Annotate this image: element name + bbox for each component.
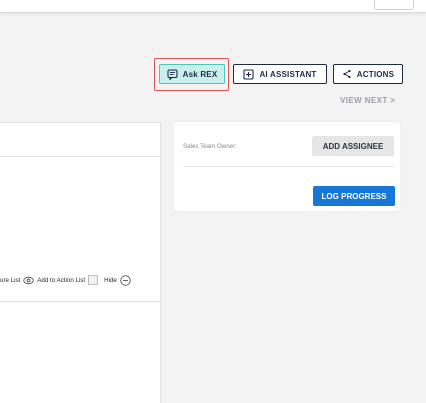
top-bar [0,0,426,13]
partial-list-label: ure List [0,276,21,284]
assistant-icon [243,68,255,80]
add-assignee-button[interactable]: ADD ASSIGNEE [312,136,394,156]
ai-assistant-button[interactable]: AI ASSISTANT [233,64,327,84]
eye-icon[interactable] [23,276,34,285]
top-bar-button[interactable] [374,0,414,10]
divider [0,156,161,157]
divider [183,166,394,167]
chat-icon [167,68,178,80]
item-toolbar: ure List Add to Action List Hide [0,273,131,287]
view-next-link[interactable]: VIEW NEXT > [340,96,395,105]
share-icon [343,69,351,79]
add-to-action-list-label: Add to Action List [37,276,86,284]
main-panel: ure List Add to Action List Hide [0,122,161,403]
actions-button[interactable]: ACTIONS [333,64,403,84]
sales-team-owner-label: Sales Team Owner: [183,143,237,150]
actions-label: ACTIONS [356,69,395,79]
hide-label: Hide [104,276,117,284]
log-progress-button[interactable]: LOG PROGRESS [313,186,395,206]
add-to-action-list-checkbox[interactable] [88,275,99,285]
ai-assistant-label: AI ASSISTANT [259,69,317,79]
divider [0,301,161,302]
assignee-card: Sales Team Owner: ADD ASSIGNEE LOG PROGR… [174,122,400,211]
ask-rex-button[interactable]: Ask REX [159,64,225,84]
ask-rex-label: Ask REX [182,69,218,79]
hide-icon[interactable] [120,274,131,286]
